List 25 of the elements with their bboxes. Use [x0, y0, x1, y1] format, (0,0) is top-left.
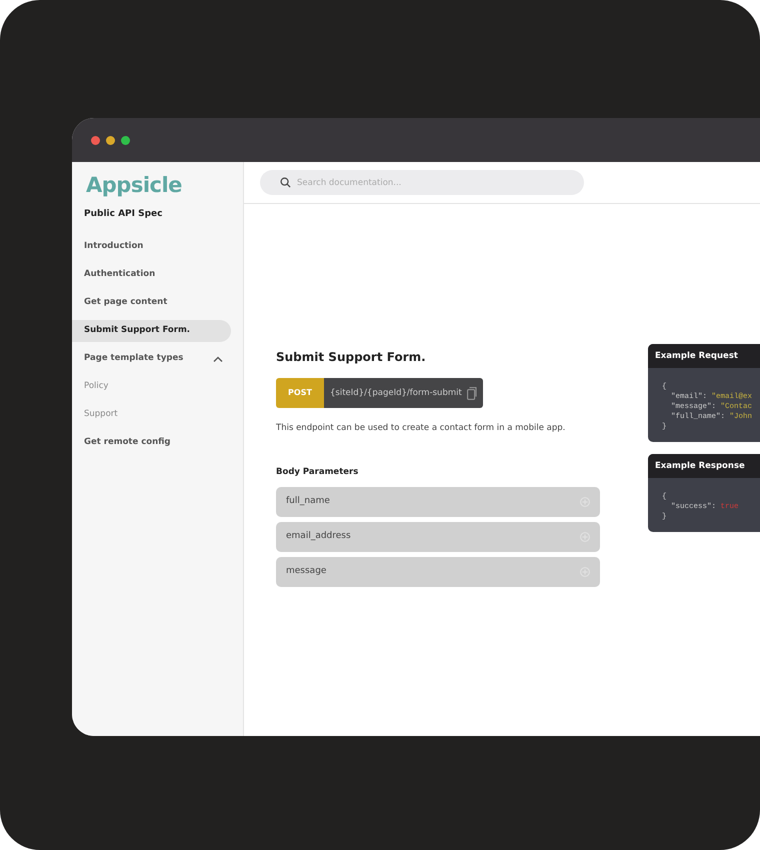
sidebar-item[interactable]: Get remote config — [72, 432, 231, 454]
method-badge: POST — [276, 378, 324, 408]
window-control-dot[interactable] — [91, 136, 100, 144]
app-logo: Appsicle — [86, 174, 182, 198]
window-control-dot[interactable] — [121, 136, 130, 144]
parameter-row[interactable]: full_name — [276, 486, 600, 516]
window-control-dot[interactable] — [106, 136, 115, 144]
search-icon — [280, 177, 291, 188]
parameter-row[interactable]: message — [276, 556, 600, 586]
section-heading: Body Parameters — [276, 466, 358, 478]
path-text: {siteId}/{pageId}/form-submit — [330, 386, 462, 400]
sidebar-subtitle: Public API Spec — [84, 208, 162, 221]
parameter-row[interactable]: email_address — [276, 522, 600, 552]
code-panel-title: Example Request — [648, 344, 760, 368]
copy-icon[interactable] — [467, 386, 477, 400]
endpoint-title: Submit Support Form. — [276, 349, 426, 366]
sidebar-item[interactable]: Get page content — [72, 292, 231, 314]
sidebar-item[interactable]: Submit Support Form. — [72, 320, 231, 342]
code-panel-title: Example Response — [648, 454, 760, 478]
sidebar-item[interactable]: Introduction — [72, 236, 231, 258]
search-field[interactable]: Search documentation... — [260, 170, 584, 195]
sidebar-group[interactable]: Page template types — [72, 348, 231, 370]
sidebar-item[interactable]: Authentication — [72, 264, 231, 286]
endpoint-description: This endpoint can be used to create a contact form in a mobile app. — [276, 422, 566, 435]
chevron-up-icon — [213, 356, 223, 362]
